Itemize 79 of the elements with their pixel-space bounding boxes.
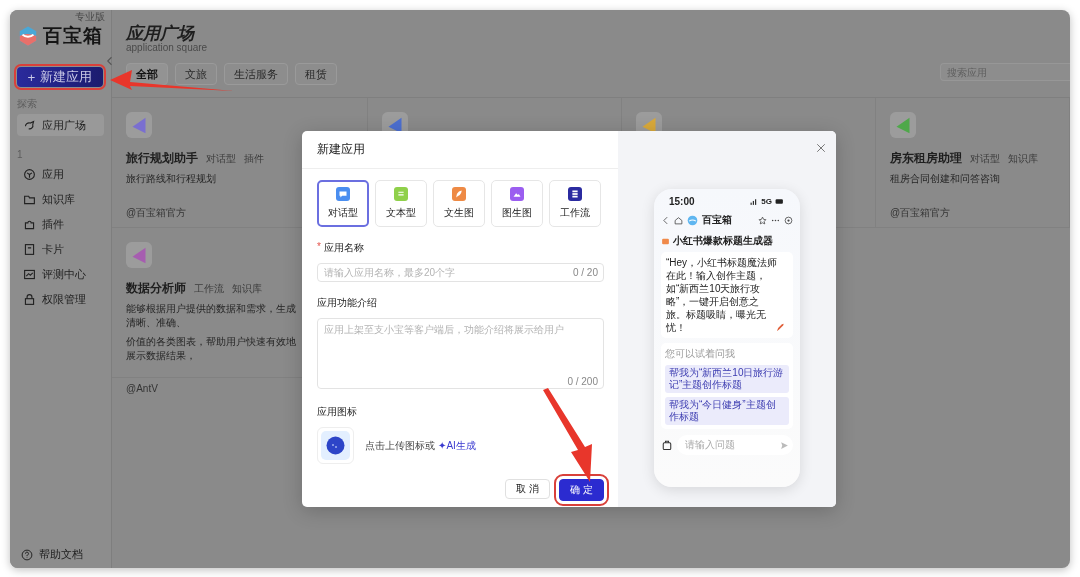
- character-counter: 0 / 200: [567, 376, 598, 388]
- app-tag: 知识库: [1008, 151, 1038, 166]
- page-subtitle: application square: [126, 42, 209, 53]
- logo-text: 百宝箱: [43, 24, 103, 48]
- flow-icon: [568, 187, 582, 201]
- sidebar-item[interactable]: 权限管理: [17, 288, 104, 310]
- star-icon: [758, 215, 767, 225]
- edition-label: 专业版: [75, 11, 105, 22]
- logo-icon: [17, 25, 39, 47]
- app-tag: 工作流: [194, 281, 224, 296]
- network-label: 5G: [761, 197, 772, 206]
- app-description: 租房合同创建和问答咨询: [890, 172, 1001, 186]
- field-label: 应用图标: [317, 405, 357, 419]
- home-icon: [674, 215, 683, 225]
- app-name: 旅行规划助手: [126, 150, 198, 167]
- help-icon: [21, 548, 33, 561]
- target-icon: [784, 215, 793, 225]
- required-mark: *: [317, 241, 321, 254]
- close-icon: [816, 143, 826, 153]
- image-icon: [510, 187, 524, 201]
- toolbox-icon: [661, 439, 673, 451]
- text-lines-icon: [394, 187, 408, 201]
- field-label: 应用名称: [323, 241, 364, 255]
- sidebar-item[interactable]: 卡片: [17, 238, 104, 260]
- app-author: @百宝箱官方: [890, 206, 951, 220]
- ai-generate-link[interactable]: ✦AI生成: [438, 438, 476, 453]
- sidebar-item[interactable]: 插件: [17, 213, 104, 235]
- icon-upload[interactable]: [317, 427, 354, 464]
- category-tab[interactable]: 生活服务: [224, 63, 288, 85]
- category-tab[interactable]: 文旅: [175, 63, 217, 85]
- bot-icon: [661, 236, 670, 246]
- sidebar-item[interactable]: 知识库: [17, 188, 104, 210]
- app-description: 能够根据用户提供的数据和需求，生成清晰、准确、: [126, 302, 297, 330]
- sidebar-item[interactable]: 应用广场: [17, 114, 104, 136]
- app-type-option[interactable]: 图生图: [491, 180, 543, 227]
- app-tag: 对话型: [970, 151, 1000, 166]
- battery-icon: [774, 197, 785, 206]
- lock-icon: [23, 292, 36, 306]
- app-icon: [890, 112, 916, 138]
- character-counter: 0 / 20: [572, 267, 598, 279]
- app-name: 数据分析师: [126, 280, 186, 297]
- app-description: 价值的各类图表，帮助用户快速有效地展示数据结果，: [126, 335, 297, 363]
- suggestions-label: 您可以试着问我: [665, 347, 736, 361]
- sidebar-item[interactable]: 评测中心: [17, 263, 104, 285]
- app-description: 旅行路线和行程规划: [126, 172, 217, 186]
- app-name: 房东租房助理: [890, 150, 962, 167]
- category-tab[interactable]: 租赁: [295, 63, 337, 85]
- app-author: @百宝箱官方: [126, 206, 187, 220]
- mini-app-name: 百宝箱: [702, 213, 732, 227]
- feather-icon: [452, 187, 466, 201]
- status-time: 15:00: [669, 196, 695, 207]
- sidebar-item[interactable]: 应用: [17, 163, 104, 185]
- chat-icon: [336, 187, 350, 201]
- dialog-title: 新建应用: [317, 141, 365, 158]
- app-author: @AntV: [126, 383, 158, 394]
- app-type-option[interactable]: 对话型: [317, 180, 369, 227]
- app-icon: [126, 112, 152, 138]
- cancel-button[interactable]: 取 消: [505, 479, 551, 499]
- app-type-option[interactable]: 工作流: [549, 180, 601, 227]
- suggestion-chip[interactable]: 帮我为“今日健身”主题创作标题: [665, 397, 789, 425]
- app-tag: 对话型: [206, 151, 236, 166]
- card-icon: [23, 242, 36, 256]
- app-type-option[interactable]: 文生图: [433, 180, 485, 227]
- chart-icon: [23, 267, 36, 281]
- app-type-option[interactable]: 文本型: [375, 180, 427, 227]
- logo-icon: [687, 214, 698, 226]
- upload-hint: 点击上传图标或: [365, 438, 435, 453]
- suggestion-chip[interactable]: 帮我为“新西兰10日旅行游记”主题创作标题: [665, 365, 789, 393]
- app-icon: [126, 242, 152, 268]
- app-tag: 插件: [244, 151, 264, 166]
- help-link[interactable]: 帮助文档: [39, 547, 83, 562]
- app-tag: 知识库: [232, 281, 262, 296]
- send-icon: [780, 440, 789, 450]
- page-title: 应用广场: [126, 23, 196, 43]
- bot-name: 小红书爆款标题生成器: [673, 234, 773, 248]
- new-app-button[interactable]: + 新建应用: [17, 67, 103, 87]
- back-icon: [661, 215, 670, 225]
- greeting-message: “Hey，小红书标题魔法师在此！输入创作主题，如“新西兰10天旅行攻略”，一键开启创意之旅。标题吸睛，曝光无忧！: [666, 256, 778, 334]
- field-label: 应用功能介绍: [317, 296, 377, 310]
